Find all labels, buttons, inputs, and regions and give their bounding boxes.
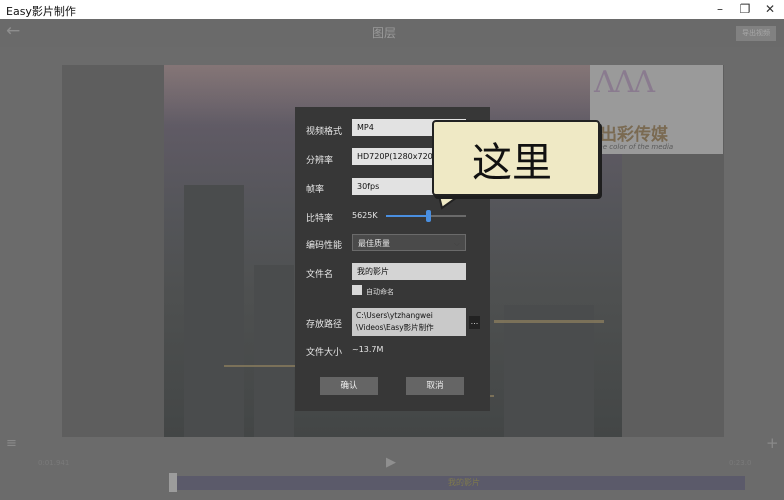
minimize-button[interactable]: – bbox=[706, 0, 734, 19]
logo-zh-text: 出彩传媒 bbox=[600, 125, 668, 145]
bitrate-value: 5625K bbox=[352, 211, 378, 220]
save-path-line2: \Videos\Easy影片制作 bbox=[356, 323, 434, 332]
timeline-track[interactable]: 我的影片 bbox=[170, 476, 745, 490]
resolution-label: 分辨率 bbox=[306, 156, 334, 166]
file-size-value: ~13.7M bbox=[352, 345, 384, 354]
save-path-label: 存放路径 bbox=[306, 320, 343, 330]
bitrate-slider-thumb[interactable] bbox=[426, 210, 432, 222]
resolution-value: HD720P(1280x720) bbox=[357, 152, 436, 161]
auto-name-checkbox[interactable] bbox=[352, 285, 362, 295]
bitrate-slider[interactable] bbox=[386, 210, 466, 222]
encode-perf-select[interactable]: 最佳质量 ⌵ bbox=[352, 234, 466, 251]
maximize-button[interactable]: ❐ bbox=[731, 0, 759, 19]
brand-logo: ΛΛΛ 出彩传媒 The color of the media bbox=[590, 65, 723, 154]
timeline-handle[interactable] bbox=[169, 473, 177, 492]
encode-perf-label: 编码性能 bbox=[306, 241, 343, 251]
logo-mark-icon: ΛΛΛ bbox=[594, 65, 655, 100]
add-icon[interactable]: + bbox=[766, 434, 779, 452]
callout-bubble: 这里 bbox=[432, 120, 600, 196]
video-format-value: MP4 bbox=[357, 123, 374, 132]
confirm-button[interactable]: 确认 bbox=[320, 377, 378, 395]
file-size-label: 文件大小 bbox=[306, 348, 343, 358]
back-arrow-icon[interactable]: ← bbox=[6, 23, 22, 40]
video-format-label: 视频格式 bbox=[306, 127, 343, 137]
cancel-button[interactable]: 取消 bbox=[406, 377, 464, 395]
encode-perf-value: 最佳质量 bbox=[358, 239, 390, 248]
save-path-input[interactable]: C:\Users\ytzhangwei \Videos\Easy影片制作 bbox=[352, 308, 466, 336]
bitrate-label: 比特率 bbox=[306, 214, 334, 224]
filename-value: 我的影片 bbox=[357, 267, 389, 276]
save-path-line1: C:\Users\ytzhangwei bbox=[356, 311, 433, 320]
browse-button[interactable]: ... bbox=[469, 316, 480, 329]
play-icon[interactable]: ▶ bbox=[386, 455, 396, 470]
framerate-label: 帧率 bbox=[306, 185, 325, 195]
bitrate-slider-fill bbox=[386, 215, 429, 217]
filename-input[interactable]: 我的影片 bbox=[352, 263, 466, 280]
menu-icon[interactable]: ≡ bbox=[6, 436, 17, 451]
export-video-button[interactable]: 导出视频 bbox=[736, 26, 776, 41]
callout-text: 这里 bbox=[472, 140, 552, 186]
logo-en-text: The color of the media bbox=[594, 143, 674, 151]
auto-name-label: 自动命名 bbox=[366, 288, 394, 296]
chevron-down-icon: ⌵ bbox=[453, 239, 460, 248]
page-title: 图层 bbox=[372, 26, 397, 40]
clip-label: 我的影片 bbox=[448, 478, 480, 487]
app-header: ← 图层 导出视频 bbox=[0, 19, 784, 47]
close-button[interactable]: ✕ bbox=[756, 0, 784, 19]
framerate-value: 30fps bbox=[357, 182, 380, 191]
total-time: 0:23.0 bbox=[729, 459, 752, 467]
filename-label: 文件名 bbox=[306, 270, 334, 280]
window-titlebar: Easy影片制作 – ❐ ✕ bbox=[0, 0, 784, 19]
window-title: Easy影片制作 bbox=[6, 5, 76, 18]
current-time: 0:01.941 bbox=[38, 459, 70, 467]
